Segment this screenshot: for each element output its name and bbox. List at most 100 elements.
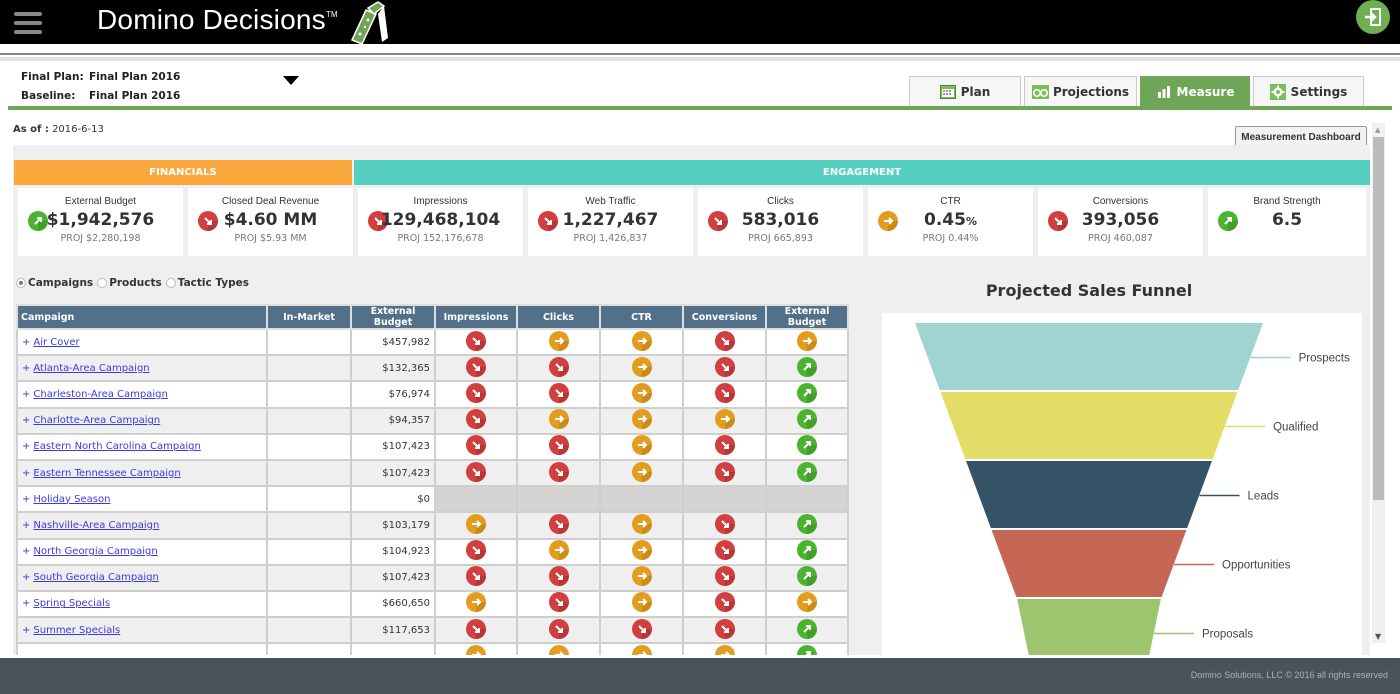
campaign-link[interactable]: Summer Specials (33, 625, 120, 636)
cell-in-market (266, 642, 352, 655)
expand-icon[interactable]: + (22, 625, 30, 636)
campaign-link[interactable]: Eastern North Carolina Campaign (33, 441, 200, 452)
campaign-link[interactable]: Atlanta-Area Campaign (33, 363, 149, 374)
cell-external-budget: $107,423 (350, 563, 436, 592)
expand-icon[interactable]: + (22, 546, 30, 557)
kpi-projection: PROJ $2,280,198 (60, 233, 141, 244)
expand-icon[interactable]: + (22, 494, 30, 505)
cell-status (434, 642, 518, 655)
cell-status (599, 458, 684, 488)
page-scrollbar[interactable]: ▲ ▼ (1372, 123, 1385, 643)
funnel-segment-opportunities[interactable] (991, 530, 1187, 597)
radio-campaigns[interactable]: Campaigns (16, 277, 93, 289)
funnel-segment-prospects[interactable] (915, 323, 1263, 390)
arrow-right-icon (631, 461, 652, 482)
arrow-down-right-icon (714, 382, 735, 403)
funnel-label-prospects: Prospects (1299, 353, 1350, 365)
cell-status (516, 616, 601, 645)
cell-campaign: + Spring Specials (16, 589, 268, 619)
expand-icon[interactable]: + (22, 415, 30, 426)
kpi-card-ctr: CTR 0.45% PROJ 0.44% (868, 188, 1033, 256)
kpi-projection: PROJ 1,426,837 (573, 233, 648, 244)
tab-settings[interactable]: Settings (1253, 76, 1364, 106)
cell-status (765, 537, 849, 566)
plan-dropdown-caret-icon[interactable] (283, 76, 299, 85)
arrow-up-right-icon (797, 618, 817, 639)
radio-products[interactable]: Products (97, 277, 162, 289)
arrow-down-right-icon (466, 618, 486, 639)
arrow-right-icon (631, 356, 652, 377)
radio-tactic-types-dot[interactable] (165, 278, 176, 288)
radio-products-dot[interactable] (97, 278, 108, 288)
campaign-link[interactable]: South Georgia Campaign (33, 572, 158, 583)
cell-status (516, 589, 601, 619)
campaign-link[interactable]: Eastern Tennessee Campaign (33, 468, 180, 479)
funnel-segment-qualified[interactable] (940, 392, 1238, 459)
col-ctr[interactable]: CTR (599, 304, 684, 330)
table-row: + South Georgia Campaign $107,423 (16, 563, 849, 592)
arrow-right-icon (548, 330, 569, 351)
arrow-down-right-icon (714, 356, 735, 377)
tab-projections[interactable]: Projections (1024, 76, 1137, 106)
cell-status (434, 616, 518, 645)
cell-status (682, 327, 767, 357)
expand-icon[interactable]: + (22, 363, 30, 374)
arrow-right-icon (631, 592, 652, 613)
col-external-budget[interactable]: External Budget (350, 304, 436, 330)
arrow-right-icon (466, 513, 486, 534)
header-shadow (0, 57, 1400, 61)
tab-plan[interactable]: Plan (909, 76, 1021, 106)
cell-status (682, 485, 767, 514)
cell-status (599, 563, 684, 592)
hamburger-menu-icon[interactable] (14, 12, 42, 34)
expand-icon[interactable]: + (22, 468, 30, 479)
campaign-link[interactable]: Air Cover (33, 337, 79, 348)
app-title: Domino DecisionsTM (97, 4, 338, 36)
expand-icon[interactable]: + (22, 598, 30, 609)
col-campaign[interactable]: Campaign (16, 304, 268, 330)
measure-content: FINANCIALS ENGAGEMENT External Budget $1… (13, 145, 1370, 655)
radio-tactic-types[interactable]: Tactic Types (165, 277, 249, 289)
cell-in-market (266, 563, 352, 592)
expand-icon[interactable]: + (22, 520, 30, 531)
scroll-up-icon[interactable]: ▲ (1375, 126, 1380, 134)
cell-status (434, 458, 518, 488)
expand-icon[interactable]: + (22, 389, 30, 400)
arrow-down-right-icon (548, 356, 569, 377)
cell-external-budget: $103,179 (350, 511, 436, 540)
kpi-card-brand-strength: Brand Strength 6.5 (1208, 188, 1366, 256)
campaign-link[interactable]: North Georgia Campaign (33, 546, 157, 557)
expand-icon[interactable]: + (22, 337, 30, 348)
funnel-segment-proposals[interactable] (1017, 599, 1161, 655)
as-of-value: 2016-6-13 (52, 124, 104, 135)
expand-icon[interactable]: + (22, 441, 30, 452)
campaign-link[interactable]: Charleston-Area Campaign (33, 389, 167, 400)
cell-status (599, 485, 684, 514)
cell-status (434, 485, 518, 514)
campaign-link[interactable]: Holiday Season (33, 494, 110, 505)
campaign-link[interactable]: Spring Specials (33, 598, 110, 609)
expand-icon[interactable]: + (22, 572, 30, 583)
arrow-right-icon (631, 566, 652, 587)
arrow-right-icon (714, 409, 735, 430)
cell-campaign: + Eastern Tennessee Campaign (16, 458, 268, 488)
cell-status (516, 485, 601, 514)
scrollbar-thumb[interactable] (1373, 137, 1384, 500)
arrow-down-right-icon (714, 461, 735, 482)
tab-measure[interactable]: Measure (1140, 76, 1250, 106)
col-clicks[interactable]: Clicks (516, 304, 601, 330)
sign-in-icon[interactable] (1356, 0, 1390, 34)
scroll-down-icon[interactable]: ▼ (1375, 632, 1381, 641)
cell-status (599, 537, 684, 566)
campaign-link[interactable]: Charlotte-Area Campaign (33, 415, 160, 426)
col-in-market[interactable]: In-Market (266, 304, 352, 330)
table-row (16, 642, 849, 655)
col-external-budget-status[interactable]: External Budget (765, 304, 849, 330)
col-conversions[interactable]: Conversions (682, 304, 767, 330)
radio-campaigns-dot[interactable] (16, 278, 26, 288)
funnel-segment-leads[interactable] (966, 461, 1212, 528)
engagement-header: ENGAGEMENT (354, 160, 1370, 185)
col-impressions[interactable]: Impressions (434, 304, 518, 330)
kpi-value: $1,942,576 (18, 210, 183, 230)
campaign-link[interactable]: Nashville-Area Campaign (33, 520, 159, 531)
